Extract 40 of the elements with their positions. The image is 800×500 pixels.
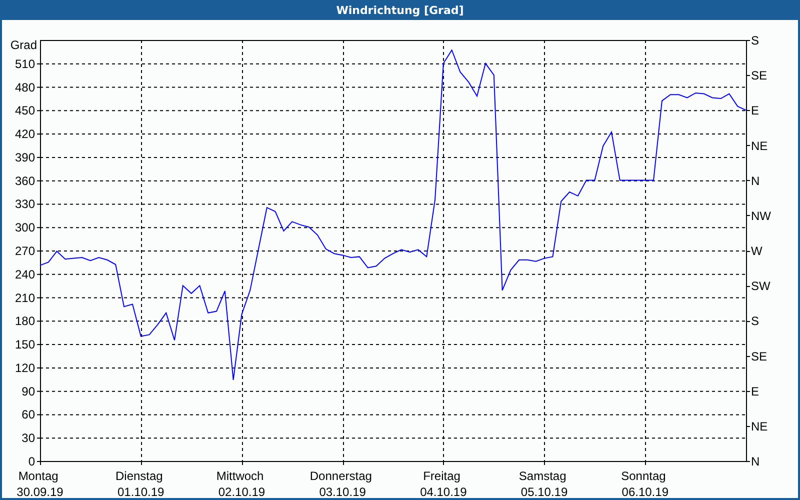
y-axis-label: 420 — [14, 127, 35, 142]
compass-label: N — [751, 454, 760, 468]
y-axis-label: 120 — [14, 360, 35, 375]
x-axis-label: Montag 30.09.19 — [16, 469, 64, 498]
y-axis-label: 210 — [14, 290, 35, 305]
y-axis-label: 240 — [14, 267, 35, 282]
y-axis-label: 330 — [14, 197, 35, 212]
y-axis-label: 30 — [22, 431, 35, 446]
compass-label: NE — [751, 419, 768, 434]
x-axis-label: Mittwoch 02.10.19 — [216, 469, 266, 498]
compass-label: S — [751, 314, 760, 328]
x-axis-label: Donnerstag 03.10.19 — [310, 469, 372, 498]
x-axis-label: Samstag 05.10.19 — [518, 469, 568, 498]
y-axis-label: 0 — [28, 454, 35, 468]
x-axis-label: Sonntag 06.10.19 — [621, 469, 668, 498]
compass-label: S — [751, 34, 760, 48]
y-axis-label: 90 — [22, 384, 35, 398]
y-axis-label: 510 — [14, 56, 35, 71]
compass-label: NE — [751, 138, 768, 153]
y-axis-label: 300 — [14, 220, 35, 235]
y-axis-label: 150 — [14, 338, 35, 352]
compass-label: E — [751, 104, 760, 118]
compass-label: SW — [751, 279, 770, 294]
window-title: Windrichtung [Grad] — [336, 4, 464, 16]
y-axis-label: 390 — [14, 150, 35, 164]
compass-label: NW — [751, 208, 771, 223]
compass-label: SE — [751, 349, 768, 364]
x-axis-label: Freitag 04.10.19 — [420, 469, 467, 498]
x-axis-label: Dienstag 01.10.19 — [116, 469, 164, 498]
compass-label: N — [751, 174, 760, 188]
y-axis-label: 60 — [22, 408, 35, 422]
compass-label: W — [751, 244, 762, 258]
compass-label: SE — [751, 68, 768, 83]
y-axis-label: 360 — [14, 174, 35, 188]
y-axis-label: 180 — [14, 314, 35, 328]
y-axis-title: Grad — [10, 38, 37, 52]
y-axis-label: 480 — [14, 80, 35, 94]
y-axis-label: 450 — [14, 104, 35, 118]
y-axis-label: 270 — [14, 244, 35, 258]
compass-label: E — [751, 384, 760, 398]
